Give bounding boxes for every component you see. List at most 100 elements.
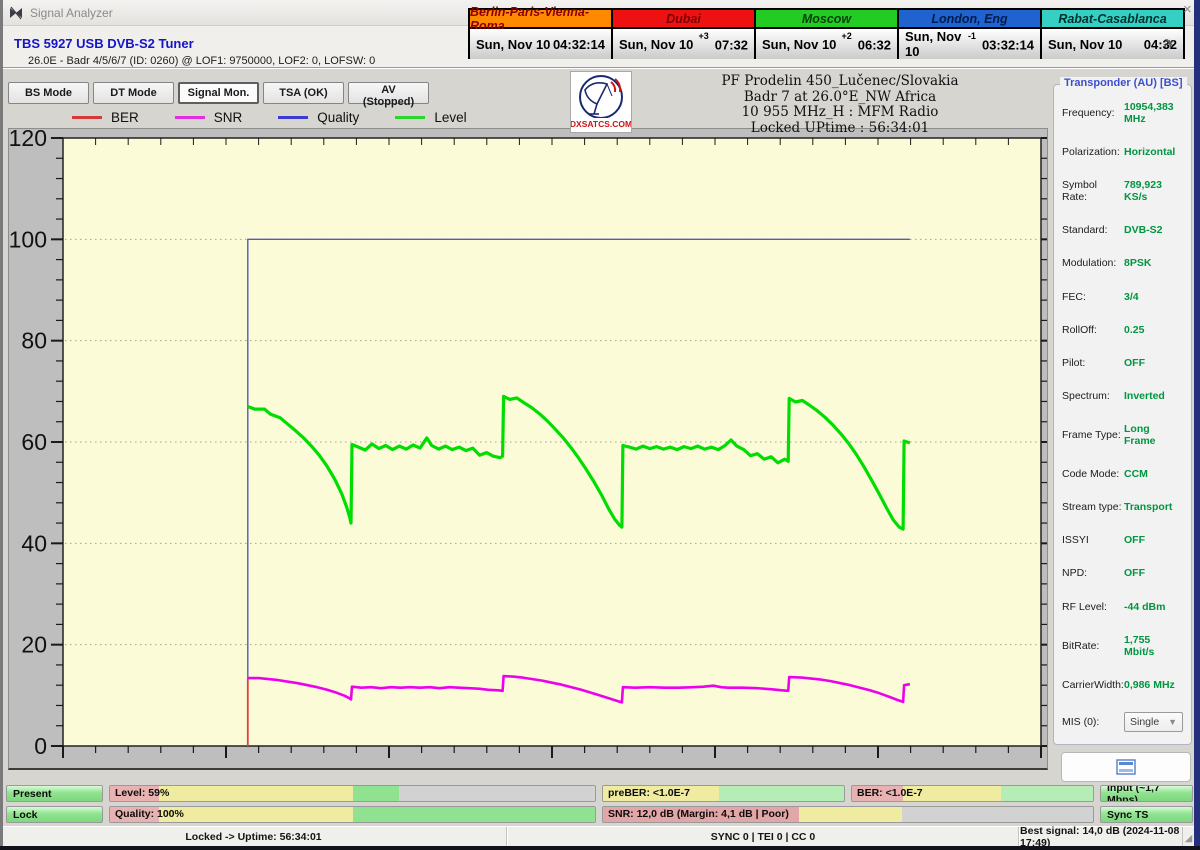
svg-text:60: 60 [21, 429, 47, 455]
svg-text:0: 0 [34, 733, 47, 759]
button-tsa-ok[interactable]: TSA (OK) [263, 82, 344, 104]
bar-segment [158, 807, 353, 822]
field-value: CCM [1124, 468, 1148, 481]
transponder-row-carrierwidth: CarrierWidth: 0,986 MHz [1062, 679, 1183, 691]
station-header: PF Prodelin 450_Lučenec/Slovakia Badr 7 … [640, 73, 1040, 136]
field-label: Frequency: [1062, 107, 1115, 119]
logo-text: DXSATCS.COM [571, 119, 631, 129]
progress-bar-ber: BER: <1.0E-7 [851, 785, 1094, 802]
station-line-2: Badr 7 at 26.0°E_NW Africa [743, 88, 937, 105]
legend-snr: SNR [174, 110, 243, 125]
mis-dropdown[interactable]: Single ▼ [1124, 711, 1183, 732]
progress-bar-level: Level: 59% [109, 785, 596, 802]
bar-label: BER: <1.0E-7 [857, 787, 923, 799]
transponder-row-fec: FEC: 3/4 [1062, 291, 1183, 303]
status-indicators: Present Level: 59% preBER: <1.0E-7 BER: <1.… [6, 785, 1193, 823]
bar-segment [901, 807, 1093, 822]
field-label: ISSYI [1062, 534, 1089, 547]
bar-label: preBER: <1.0E-7 [608, 787, 690, 799]
button-bs-mode[interactable]: BS Mode [8, 82, 89, 104]
bar-segment [158, 786, 353, 801]
clock-moscow: Moscow Sun, Nov 10 +2 06:32 [756, 10, 897, 59]
button-signal-mon[interactable]: Signal Mon. [178, 82, 259, 104]
world-clocks: Berlin-Paris-Vienna-Roma Sun, Nov 10 04:32… [468, 5, 1185, 59]
field-label: NPD: [1062, 567, 1088, 580]
clock-date: Sun, Nov 10 [1048, 36, 1123, 52]
window-border-bottom [0, 846, 1200, 850]
field-label: FEC: [1062, 290, 1086, 303]
clock-hhmm: 04:32:14 [552, 36, 605, 52]
bar-segment [718, 786, 844, 801]
field-value: 1,755 Mbit/s [1124, 633, 1155, 658]
transponder-panel-title: Transponder (AU) [BS] [1060, 77, 1187, 89]
bar-segment [1001, 786, 1093, 801]
footer-sync-counters: SYNC 0 | TEI 0 | CC 0 [507, 827, 1020, 846]
mode-toolbar: BS Mode DT Mode Signal Mon. TSA (OK) AV (Sto… [8, 82, 429, 108]
clock-value: +3 07:32 [698, 31, 748, 53]
field-value: Transport [1124, 501, 1173, 514]
field-label: Stream type: [1062, 501, 1122, 514]
progress-bar-quality: Quality: 100% [109, 806, 596, 823]
log-list-button[interactable] [1061, 752, 1191, 782]
status-badge-lock: Lock [6, 806, 103, 823]
legend-line-ber [72, 116, 102, 119]
utc-offset: +3 [698, 30, 709, 41]
footer-lock-uptime: Locked -> Uptime: 56:34:01 [0, 827, 508, 846]
status-footer: Locked -> Uptime: 56:34:01 SYNC 0 | TEI … [0, 825, 1194, 849]
field-label: Frame Type: [1062, 428, 1121, 441]
app-icon [10, 6, 22, 19]
legend-quality: Quality [278, 110, 359, 125]
window-title: Signal Analyzer [30, 5, 113, 20]
field-label: Pilot: [1062, 356, 1086, 369]
svg-text:120: 120 [9, 129, 47, 151]
clock-hhmm: 07:32 [714, 37, 748, 53]
clock-date: Sun, Nov 10 [476, 36, 551, 52]
clock-date: Sun, Nov 10 [762, 36, 837, 52]
field-label: CarrierWidth: [1062, 678, 1124, 691]
transponder-row-mis: MIS (0): Single ▼ [1062, 711, 1183, 732]
field-label: Standard: [1062, 224, 1108, 237]
field-value: OFF [1124, 567, 1145, 580]
clock-value: -1 03:32:14 [968, 31, 1034, 53]
field-value: 8PSK [1124, 257, 1152, 270]
field-value: Horizontal [1124, 146, 1176, 159]
tuner-name: TBS 5927 USB DVB-S2 Tuner [14, 36, 194, 51]
bar-segment [352, 807, 595, 822]
station-line-3: 10 955 MHz_H : MFM Radio [741, 104, 939, 120]
transponder-row-standard: Standard: DVB-S2 [1062, 224, 1183, 236]
clock-date: Sun, Nov 10 [905, 29, 962, 59]
status-badge-sync-ts: Sync TS [1100, 806, 1193, 823]
clock-city-name: Berlin-Paris-Vienna-Roma [470, 5, 611, 33]
field-value: -44 dBm [1124, 600, 1166, 613]
clock-time: Sun, Nov 10 04:32:14 [470, 29, 611, 59]
field-label: Modulation: [1062, 257, 1117, 270]
transponder-row-rolloff: RollOff: 0.25 [1062, 324, 1183, 336]
bar-segment [352, 786, 400, 801]
button-dt-mode[interactable]: DT Mode [93, 82, 174, 104]
svg-text:40: 40 [21, 530, 47, 556]
field-label: RF Level: [1062, 600, 1107, 613]
clock-time: Sun, Nov 10 +3 07:32 [613, 29, 754, 59]
button-av-stopped[interactable]: AV (Stopped) [348, 82, 429, 108]
clock-hhmm: 03:32:14 [981, 37, 1034, 53]
resize-grip[interactable]: ◢ [1183, 827, 1194, 846]
clock-value: +2 06:32 [841, 31, 891, 52]
clock-city-name: Dubai [613, 10, 754, 29]
field-label: Symbol Rate: [1062, 179, 1098, 204]
transponder-row-npd: NPD: OFF [1062, 567, 1183, 579]
close-icon[interactable]: × [1183, 2, 1192, 17]
field-value: DVB-S2 [1124, 224, 1163, 237]
field-value: 789,923 KS/s [1124, 179, 1162, 204]
field-value: OFF [1124, 356, 1145, 369]
transponder-row-code-mode: Code Mode: CCM [1062, 468, 1183, 480]
field-label: MIS (0): [1062, 715, 1100, 728]
transponder-row-symbol-rate: Symbol Rate: 789,923 KS/s [1062, 179, 1183, 203]
legend-line-level [395, 116, 426, 119]
progress-bar-preber: preBER: <1.0E-7 [602, 785, 845, 802]
utc-offset: +2 [841, 30, 852, 41]
clock-time: Sun, Nov 10 +2 06:32 [756, 29, 897, 59]
svg-text:80: 80 [21, 328, 47, 354]
clock-city-name: Rabat-Casablanca [1042, 10, 1183, 29]
legend-label: SNR [213, 110, 243, 125]
legend-ber: BER [72, 110, 139, 125]
